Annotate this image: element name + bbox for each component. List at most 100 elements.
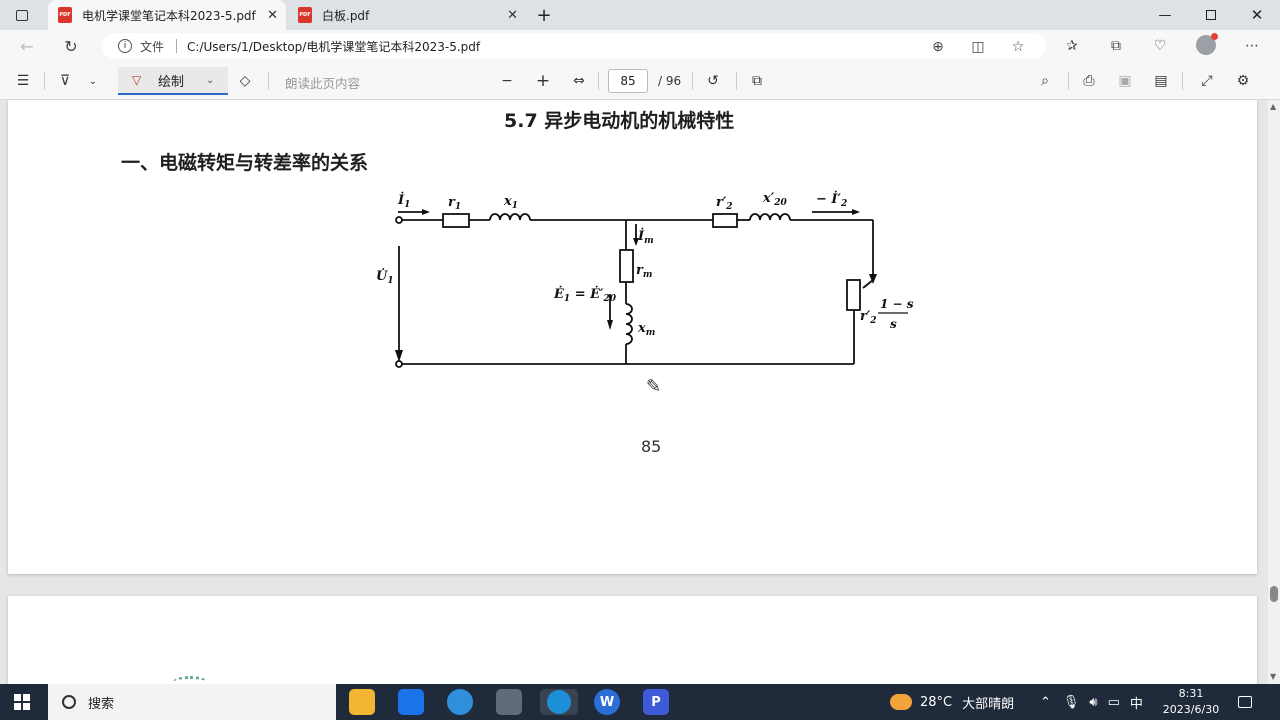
system-tray: ⌃ 🎙︎ 🔊︎ ▭ 中	[1040, 684, 1143, 720]
address-bar: ← ↻ i 文件 C:/Users/1/Desktop/电机学课堂笔记本科202…	[0, 30, 1280, 62]
file-explorer-icon[interactable]	[349, 689, 375, 715]
tab-whiteboard-pdf[interactable]: PDF 白板.pdf ✕	[288, 0, 526, 30]
volume-icon[interactable]: 🔊︎	[1089, 695, 1097, 710]
url-text[interactable]: C:/Users/1/Desktop/电机学课堂笔记本科2023-5.pdf	[187, 38, 480, 55]
restore-button[interactable]	[1188, 0, 1234, 30]
split-screen-icon[interactable]: ◫	[968, 37, 988, 57]
wps-writer-icon[interactable]: W	[594, 689, 620, 715]
more-options-icon[interactable]: ⋯	[1242, 36, 1262, 56]
rotate-icon[interactable]: ↺	[702, 71, 724, 91]
divider	[44, 72, 45, 90]
search-icon[interactable]: ⌕	[1034, 71, 1056, 91]
pdf-page: 5.7 异步电动机的机械特性 一、电磁转矩与转差率的关系 İ1 r1 x1 r′…	[8, 100, 1257, 574]
calculator-icon[interactable]	[496, 689, 522, 715]
store-icon[interactable]	[398, 689, 424, 715]
close-window-button[interactable]: ✕	[1234, 0, 1280, 30]
notification-icon[interactable]	[1238, 684, 1252, 720]
document-viewport[interactable]: 5.7 异步电动机的机械特性 一、电磁转矩与转差率的关系 İ1 r1 x1 r′…	[0, 100, 1268, 684]
network-icon[interactable]: ▭	[1108, 695, 1120, 710]
chevron-down-icon[interactable]: ⌄	[206, 75, 214, 86]
label-i1: İ1	[397, 192, 410, 210]
print-icon[interactable]: ⎙	[1078, 71, 1100, 91]
pdf-file-icon: PDF	[298, 7, 312, 23]
label-e1-equation: Ė1 = Ė′20	[553, 286, 617, 304]
taskbar: 搜索 W P 28°C 大部晴朗 ⌃ 🎙︎ 🔊︎ ▭ 中 8:31 2023/6…	[0, 684, 1280, 720]
draw-button[interactable]: ▽ 绘制 ⌄	[118, 67, 228, 95]
clock[interactable]: 8:31 2023/6/30	[1160, 686, 1222, 718]
windows-start-icon[interactable]	[14, 694, 30, 710]
clock-time: 8:31	[1178, 687, 1204, 700]
info-icon[interactable]: i	[118, 39, 132, 53]
favorite-star-icon[interactable]: ☆	[1008, 37, 1028, 57]
page-footer-number: 85	[641, 437, 662, 456]
scrollbar-thumb[interactable]	[1270, 586, 1278, 602]
omnibox[interactable]: i 文件 C:/Users/1/Desktop/电机学课堂笔记本科2023-5.…	[102, 33, 1046, 59]
browser-essentials-icon[interactable]: ♡	[1150, 36, 1170, 56]
favorites-icon[interactable]: ✰	[1062, 36, 1082, 56]
divider	[176, 39, 178, 53]
seal-emblem-icon	[173, 676, 207, 684]
highlight-icon[interactable]: ⊽	[54, 71, 76, 91]
label-rm: rm	[636, 263, 652, 280]
pencil-cursor-icon: ✎	[646, 376, 662, 397]
zoom-out-icon[interactable]: −	[496, 71, 518, 91]
eraser-icon[interactable]: ◇	[234, 71, 256, 91]
contents-icon[interactable]: ☰	[12, 71, 34, 91]
label-u1: U̇1	[376, 268, 394, 286]
label-i2-prime: − İ′2	[816, 191, 847, 209]
weather-widget[interactable]: 28°C 大部晴朗	[890, 684, 1014, 720]
close-tab-icon[interactable]: ✕	[507, 8, 518, 23]
draw-label: 绘制	[158, 74, 185, 90]
collections-icon[interactable]: ⧉	[1106, 36, 1126, 56]
weather-description: 大部晴朗	[962, 696, 1015, 712]
tab-bar: PDF 电机学课堂笔记本科2023-5.pdf ✕ PDF 白板.pdf ✕ +…	[0, 0, 1280, 30]
divider	[692, 72, 693, 90]
save-icon[interactable]: ▣	[1114, 71, 1136, 91]
read-aloud-button[interactable]: 朗读此页内容	[285, 73, 360, 92]
vertical-scrollbar[interactable]: ▲ ▼	[1268, 100, 1280, 684]
browser-swirl-icon[interactable]	[447, 689, 473, 715]
fullscreen-icon[interactable]: ⤢	[1196, 71, 1218, 91]
save-as-icon[interactable]: ▤	[1150, 71, 1172, 91]
minimize-button[interactable]: —	[1142, 0, 1188, 30]
taskbar-search-box[interactable]: 搜索	[48, 684, 336, 720]
section-title: 5.7 异步电动机的机械特性	[504, 110, 735, 132]
scheme-label: 文件	[140, 39, 165, 54]
scroll-up-icon[interactable]: ▲	[1270, 102, 1276, 111]
zoom-icon[interactable]: ⊕	[928, 37, 948, 57]
weather-sun-cloud-icon	[890, 694, 912, 710]
edge-icon[interactable]	[540, 689, 578, 715]
settings-gear-icon[interactable]: ⚙	[1232, 71, 1254, 91]
equivalent-circuit-diagram: İ1 r1 x1 r′2 x′20 − İ′2 İm rm xm U̇1 Ė1 …	[376, 191, 914, 368]
search-label: 搜索	[88, 696, 115, 712]
clock-date: 2023/6/30	[1162, 703, 1220, 716]
scroll-down-icon[interactable]: ▼	[1270, 672, 1276, 681]
microphone-icon[interactable]: 🎙︎	[1063, 695, 1080, 710]
page-number-input[interactable]: 85	[608, 69, 648, 93]
fit-width-icon[interactable]: ⇔	[568, 71, 590, 91]
avatar[interactable]	[1196, 33, 1218, 55]
new-tab-button[interactable]: +	[530, 0, 558, 30]
close-tab-icon[interactable]: ✕	[267, 8, 278, 23]
divider	[1182, 72, 1183, 90]
label-r2-prime: r′2	[716, 195, 733, 212]
page-view-icon[interactable]: ⧉	[746, 71, 768, 91]
divider	[268, 72, 269, 90]
back-button[interactable]: ←	[14, 34, 40, 58]
tab-notes-pdf[interactable]: PDF 电机学课堂笔记本科2023-5.pdf ✕	[48, 0, 286, 30]
page-total: / 96	[658, 74, 682, 88]
subsection-title: 一、电磁转矩与转差率的关系	[121, 152, 369, 174]
show-hidden-icons-icon[interactable]: ⌃	[1040, 695, 1051, 710]
presentation-app-icon[interactable]: P	[643, 689, 669, 715]
label-im: İm	[637, 228, 654, 246]
zoom-in-icon[interactable]: +	[532, 71, 554, 91]
label-xm: xm	[637, 321, 655, 338]
refresh-button[interactable]: ↻	[58, 34, 84, 58]
divider	[1068, 72, 1069, 90]
pdf-file-icon: PDF	[58, 7, 72, 23]
tab-actions-icon[interactable]	[2, 0, 42, 30]
search-icon	[62, 695, 76, 709]
label-r1: r1	[448, 195, 461, 212]
chevron-down-icon[interactable]: ⌄	[82, 71, 104, 91]
ime-indicator[interactable]: 中	[1130, 693, 1143, 712]
